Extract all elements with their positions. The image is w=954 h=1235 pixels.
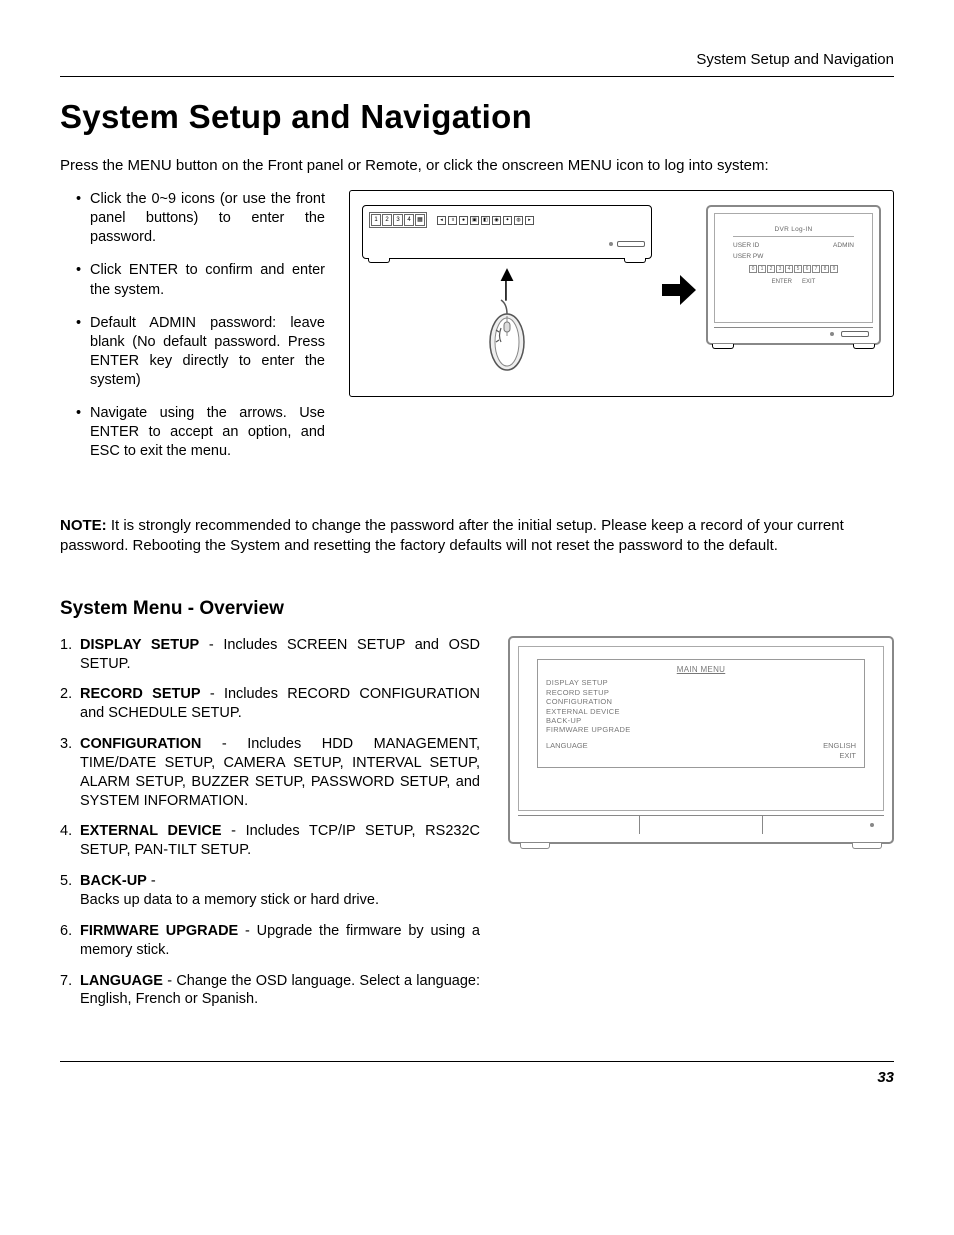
right-arrow-icon [662,275,696,311]
overview-heading: System Menu - Overview [60,596,894,622]
grid-icon: ▦ [415,214,425,226]
figure-login-diagram: 1 2 3 4 ▦ ◂ ॥ ● ▣ ◧ [349,190,894,397]
tool-icon: ◉ [492,216,501,225]
dvr-front-panel: 1 2 3 4 ▦ ◂ ॥ ● ▣ ◧ [362,205,652,259]
user-pw-label: USER PW [733,253,763,262]
menu-item: BACK-UP [546,716,856,725]
list-item: Click the 0~9 icons (or use the front pa… [90,190,325,247]
mouse-icon [362,298,652,382]
language-value: ENGLISH [823,741,856,751]
menu-item: CONFIGURATION [546,697,856,706]
main-menu-title: MAIN MENU [546,665,856,676]
user-id-label: USER ID [733,242,759,251]
digit-key: 4 [785,265,793,273]
digit-key: 5 [794,265,802,273]
page-number: 33 [60,1061,894,1088]
language-label: LANGUAGE [546,741,588,751]
led-icon [830,332,834,336]
rec-icon: ● [459,216,468,225]
digit-key: 6 [803,265,811,273]
play-icon: ▸ [525,216,534,225]
digit-key: 9 [830,265,838,273]
tool-icon: ◧ [481,216,490,225]
list-item: Default ADMIN password: leave blank (No … [90,314,325,391]
menu-item: DISPLAY SETUP [546,678,856,687]
menu-overview-list: 1.DISPLAY SETUP - Includes SCREEN SETUP … [60,636,480,1022]
note-label: NOTE: [60,517,107,534]
list-item: 2.RECORD SETUP - Includes RECORD CONFIGU… [80,685,480,723]
list-item: 1.DISPLAY SETUP - Includes SCREEN SETUP … [80,636,480,674]
tool-icon: ▣ [470,216,479,225]
figure-main-menu: MAIN MENU DISPLAY SETUP RECORD SETUP CON… [508,636,894,849]
intro-paragraph: Press the MENU button on the Front panel… [60,156,894,176]
digit-row: 0 1 2 3 4 5 6 7 8 9 [721,265,866,273]
key-4: 4 [404,214,414,226]
menu-item: RECORD SETUP [546,688,856,697]
key-2: 2 [382,214,392,226]
key-3: 3 [393,214,403,226]
tool-icon: ◍ [514,216,523,225]
list-item: 6.FIRMWARE UPGRADE - Upgrade the firmwar… [80,922,480,960]
drive-slot-icon [617,241,645,247]
exit-label: EXIT [802,278,815,286]
key-1: 1 [371,214,381,226]
instruction-list: Click the 0~9 icons (or use the front pa… [60,190,325,476]
digit-key: 2 [767,265,775,273]
login-monitor: DVR Log-IN USER ID ADMIN USER PW 0 [706,205,881,345]
note-paragraph: NOTE: It is strongly recommended to chan… [60,516,894,557]
list-item: 4.EXTERNAL DEVICE - Includes TCP/IP SETU… [80,822,480,860]
rewind-icon: ◂ [437,216,446,225]
menu-item: FIRMWARE UPGRADE [546,725,856,734]
digit-key: 7 [812,265,820,273]
digit-key: 0 [749,265,757,273]
toolbar-icons: ◂ ॥ ● ▣ ◧ ◉ ✦ ◍ ▸ [437,216,534,225]
pause-icon: ॥ [448,216,457,225]
led-icon [609,242,613,246]
main-menu-monitor: MAIN MENU DISPLAY SETUP RECORD SETUP CON… [508,636,894,844]
led-icon [870,823,874,827]
digit-key: 3 [776,265,784,273]
login-title: DVR Log-IN [733,226,854,237]
list-item: 7.LANGUAGE - Change the OSD language. Se… [80,972,480,1010]
running-head: System Setup and Navigation [60,50,894,77]
list-item: 5.BACK-UP -Backs up data to a memory sti… [80,872,480,910]
digit-key: 8 [821,265,829,273]
user-id-value: ADMIN [833,242,854,251]
exit-label: EXIT [546,751,856,761]
menu-item: EXTERNAL DEVICE [546,707,856,716]
number-keys: 1 2 3 4 ▦ [369,212,427,228]
list-item: Click ENTER to confirm and enter the sys… [90,261,325,299]
enter-label: ENTER [772,278,792,286]
drive-slot-icon [841,331,869,337]
page-title: System Setup and Navigation [60,95,894,140]
up-arrow-icon: ▲│ [362,267,652,293]
digit-key: 1 [758,265,766,273]
list-item: 3.CONFIGURATION - Includes HDD MANAGEMEN… [80,735,480,810]
tool-icon: ✦ [503,216,512,225]
list-item: Navigate using the arrows. Use ENTER to … [90,404,325,461]
note-text: It is strongly recommended to change the… [60,517,844,554]
